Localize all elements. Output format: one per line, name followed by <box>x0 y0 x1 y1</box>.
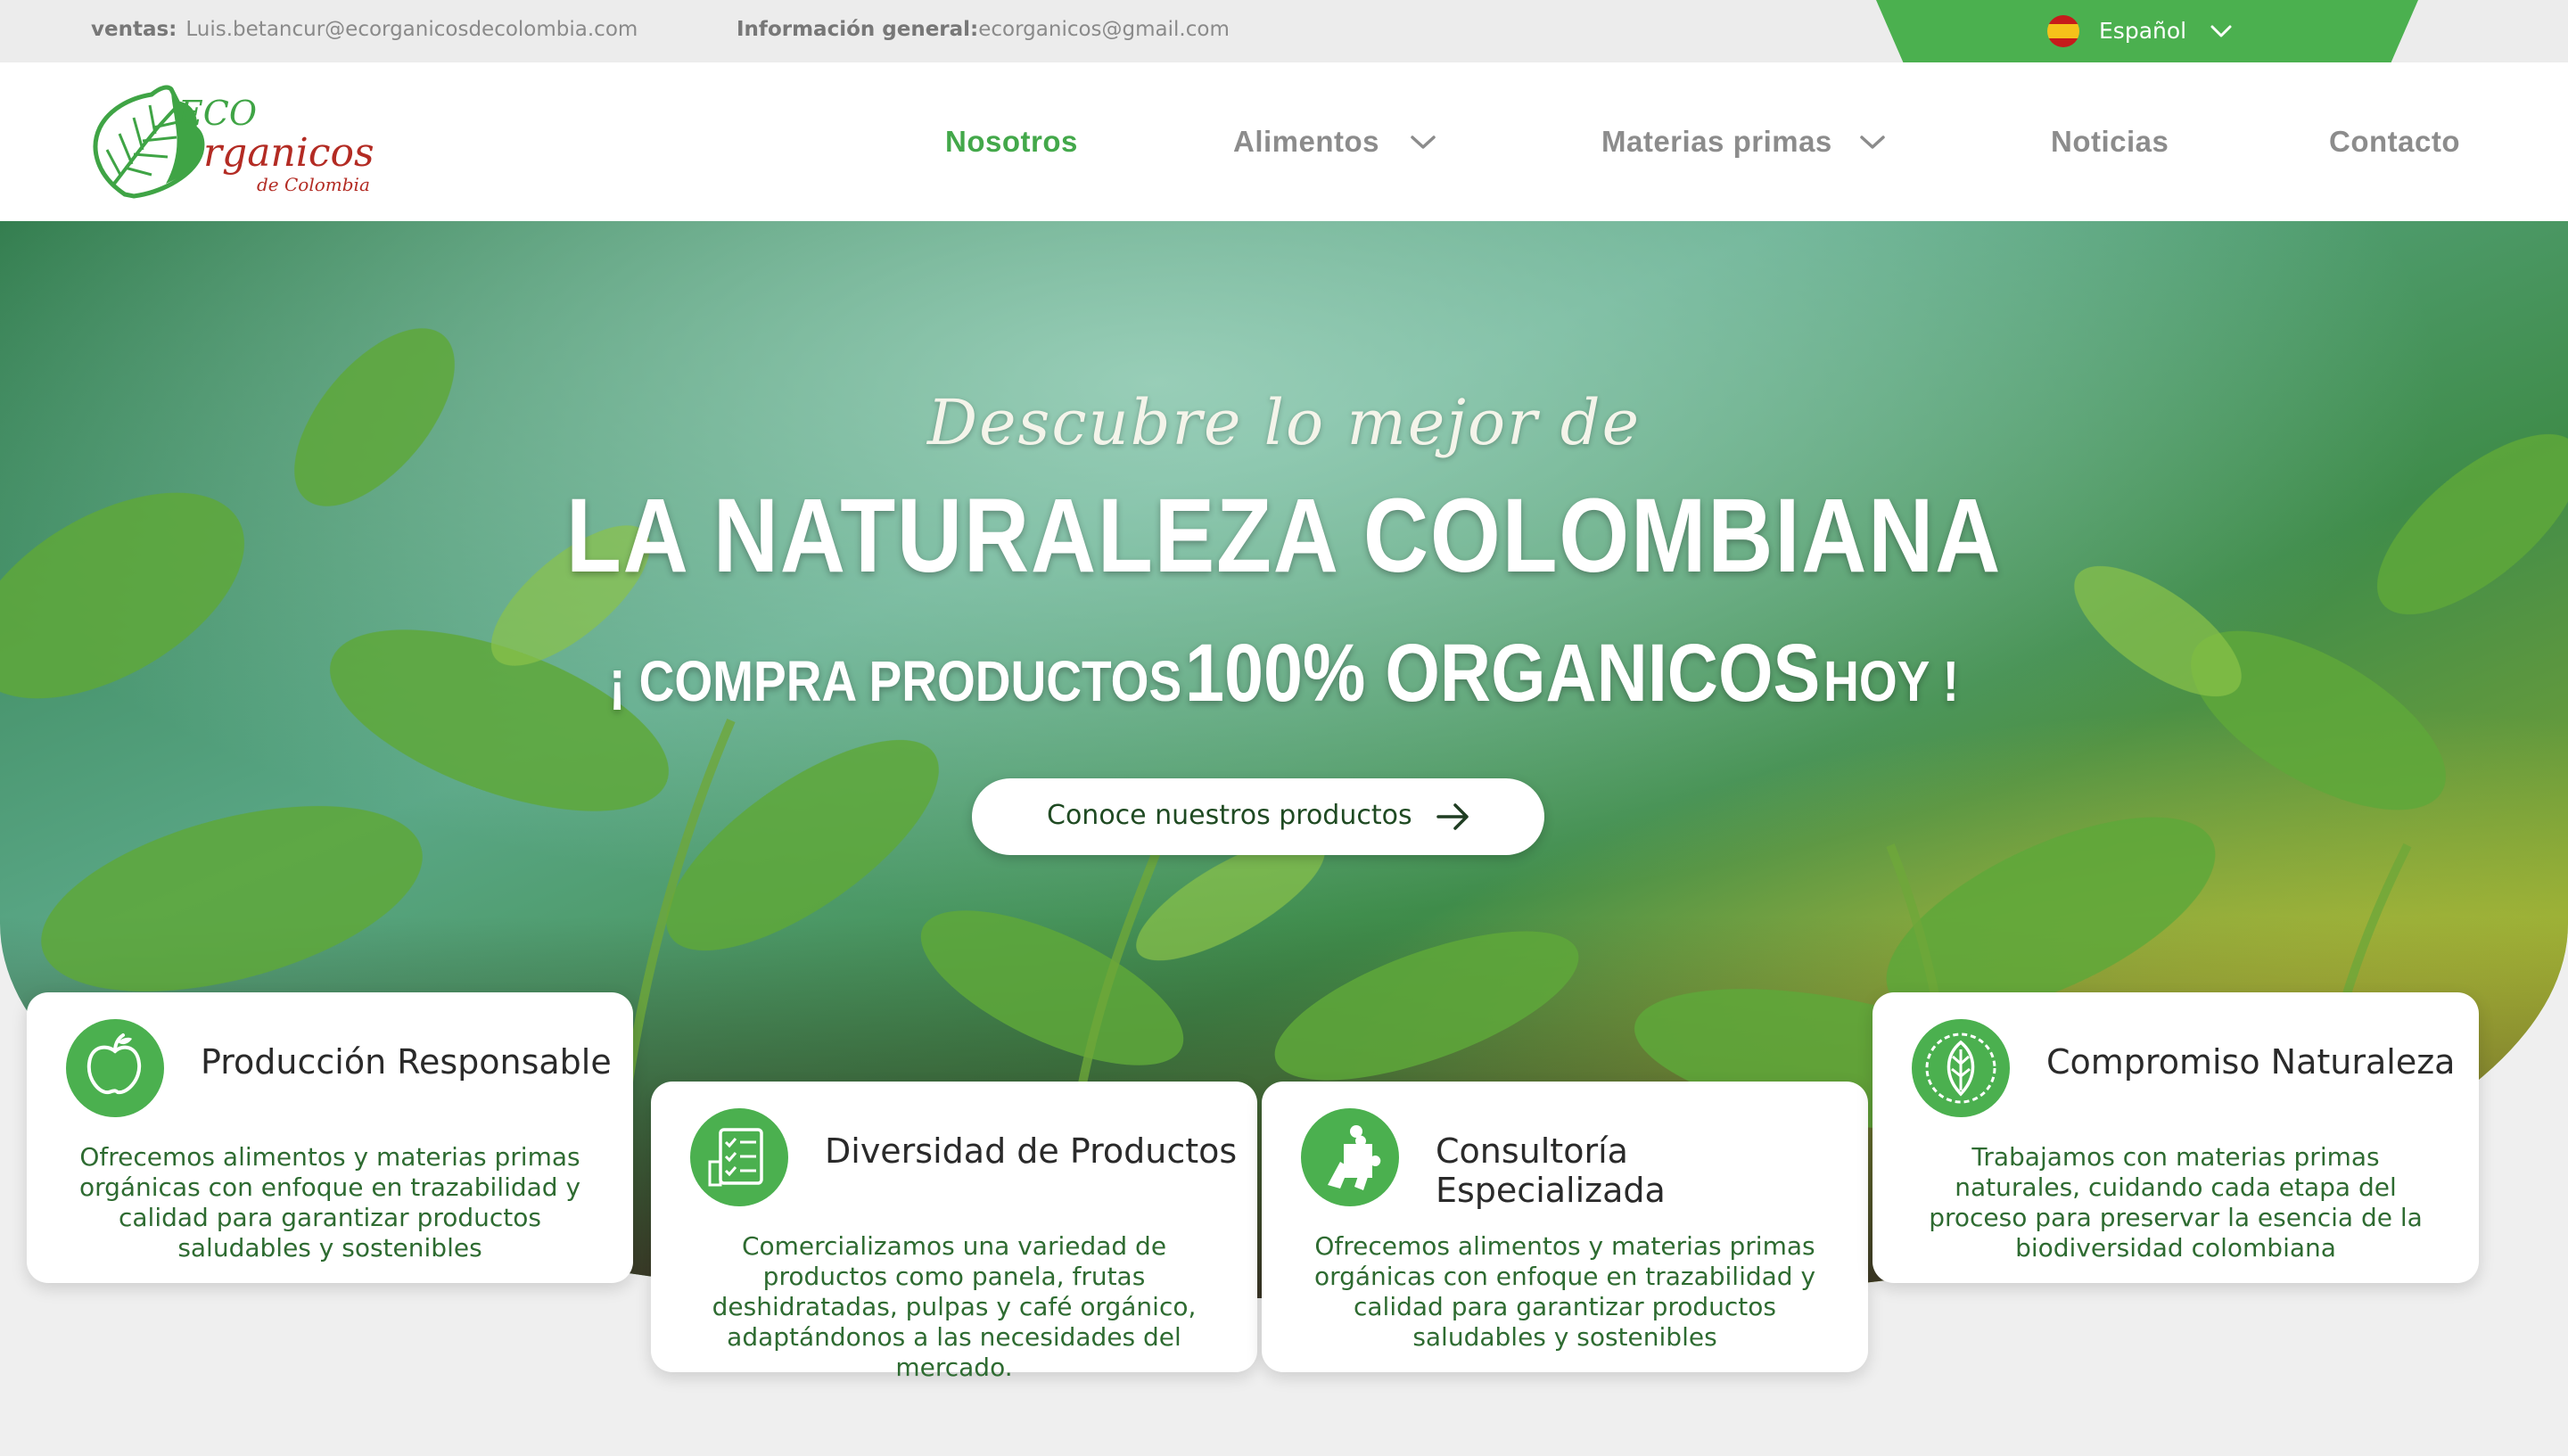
card-description: Ofrecemos alimentos y materias primas or… <box>78 1142 581 1263</box>
card-title: Diversidad de Productos <box>825 1131 1238 1171</box>
hero-script-heading: Descubre lo mejor de <box>926 386 1642 459</box>
spain-flag-icon <box>2047 15 2079 47</box>
chevron-down-icon[interactable] <box>1856 132 1889 153</box>
sales-email-link[interactable]: Luis.betancur@ecorganicosdecolombia.com <box>185 18 638 41</box>
feature-card: Producción Responsable Ofrecemos aliment… <box>27 992 633 1283</box>
logo-text-eco: ECO <box>177 94 257 133</box>
products-cta-button[interactable]: Conoce nuestros productos <box>972 778 1544 855</box>
info-email-link[interactable]: ecorganicos@gmail.com <box>978 18 1230 41</box>
puzzle-person-icon <box>1301 1108 1399 1206</box>
hero-subheadline: ¡ COMPRA PRODUCTOS 100% ORGANICOS HOY ! <box>180 627 2389 720</box>
feature-card: Compromiso Naturaleza Trabajamos con mat… <box>1872 992 2479 1283</box>
card-title: Consultoría Especializada <box>1436 1131 1666 1210</box>
arrow-right-icon <box>1436 803 1469 830</box>
ecorganicos-logo[interactable]: ECO rganicos de Colombia <box>89 78 374 210</box>
hero-sub-prefix: ¡ COMPRA PRODUCTOS <box>608 649 1182 713</box>
logo-text-organicos: rganicos <box>203 130 374 176</box>
leaf-badge-icon <box>1912 1019 2010 1117</box>
nav-item-alimentos[interactable]: Alimentos <box>1233 125 1379 159</box>
checklist-icon <box>690 1108 788 1206</box>
apple-icon <box>66 1019 164 1117</box>
info-contact: Información general:ecorganicos@gmail.co… <box>737 18 1230 41</box>
info-label: Información general: <box>737 18 979 41</box>
card-description: Ofrecemos alimentos y materias primas or… <box>1313 1231 1816 1352</box>
nav-item-materias-primas[interactable]: Materias primas <box>1601 125 1832 159</box>
card-description: Trabajamos con materias primas naturales… <box>1929 1142 2423 1263</box>
sales-contact: ventas: Luis.betancur@ecorganicosdecolomb… <box>91 18 638 41</box>
logo-leaf-icon: ECO rganicos de Colombia <box>93 85 374 199</box>
card-description: Comercializamos una variedad de producto… <box>712 1231 1197 1382</box>
hero-headline: LA NATURALEZA COLOMBIANA <box>565 477 2003 595</box>
card-title: Producción Responsable <box>201 1042 612 1082</box>
card-title: Compromiso Naturaleza <box>2046 1042 2456 1082</box>
chevron-down-icon[interactable] <box>1407 132 1439 153</box>
feature-card: Consultoría Especializada Ofrecemos alim… <box>1262 1082 1868 1372</box>
sales-label: ventas: <box>91 18 177 41</box>
hero-sub-highlight: 100% ORGANICOS <box>1184 628 1821 719</box>
nav-item-noticias[interactable]: Noticias <box>2051 125 2169 159</box>
hero-sub-suffix: HOY ! <box>1823 649 1959 713</box>
feature-card: Diversidad de Productos Comercializamos … <box>651 1082 1257 1382</box>
chevron-down-icon <box>2210 25 2232 37</box>
logo-text-colombia: de Colombia <box>257 174 370 195</box>
language-selector[interactable]: Español <box>1876 0 2418 62</box>
language-label: Español <box>2099 18 2187 44</box>
cta-label: Conoce nuestros productos <box>1047 800 1412 831</box>
site-header: ECO rganicos de Colombia Nosotros Alimen… <box>0 62 2568 221</box>
top-bar: ventas: Luis.betancur@ecorganicosdecolomb… <box>0 0 2568 62</box>
nav-item-nosotros[interactable]: Nosotros <box>945 125 1078 159</box>
nav-item-contacto[interactable]: Contacto <box>2329 125 2460 159</box>
